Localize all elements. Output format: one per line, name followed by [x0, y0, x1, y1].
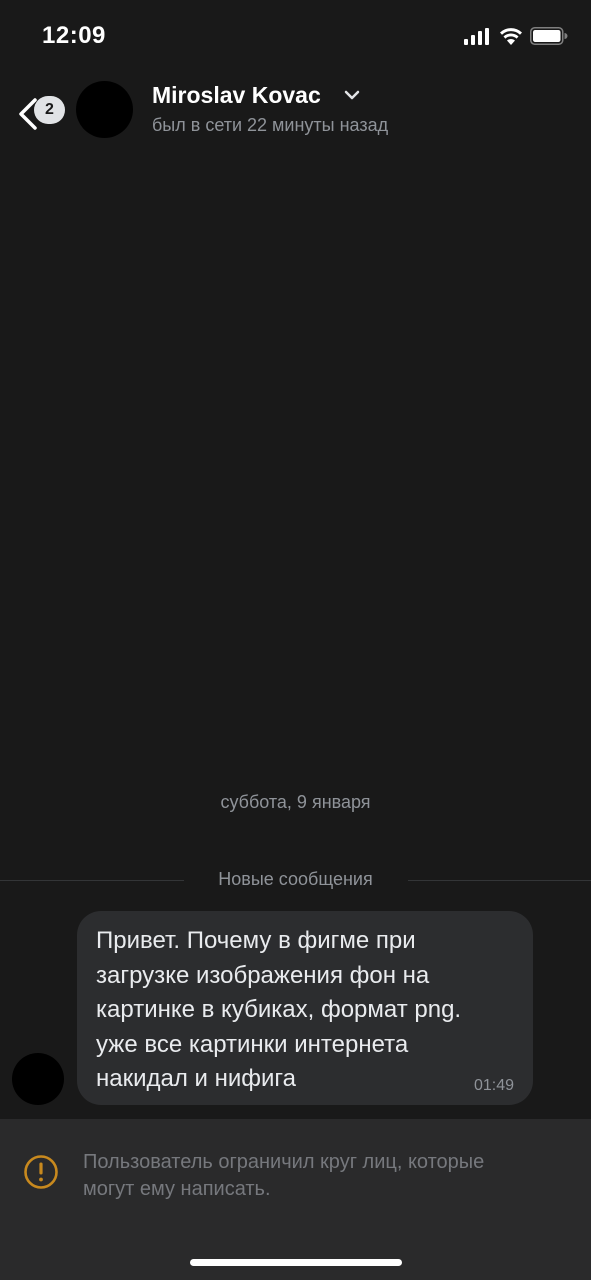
contact-avatar[interactable] — [76, 81, 133, 138]
battery-icon — [530, 27, 568, 45]
message-line: уже все картинки интернета — [96, 1030, 409, 1058]
message-line: картинке в кубиках, формат png. — [96, 996, 462, 1023]
chat-header: 2 Miroslav Kovac был в сети 22 минуты на… — [0, 72, 591, 148]
cellular-signal-icon — [464, 28, 489, 45]
status-bar: 12:09 — [0, 0, 591, 72]
chevron-down-icon[interactable] — [344, 90, 360, 100]
message-line: загрузке изображения фон на — [96, 961, 430, 989]
back-button[interactable]: 2 — [10, 86, 65, 134]
date-separator: суббота, 9 января — [220, 792, 371, 812]
restriction-line: Пользователь ограничил круг лиц, которые — [83, 1151, 485, 1173]
contact-name[interactable]: Miroslav Kovac — [152, 82, 321, 109]
message-line: Привет. Почему в фигме при — [96, 927, 416, 954]
unread-count-badge: 2 — [34, 96, 65, 124]
last-seen-status: был в сети 22 минуты назад — [152, 115, 389, 135]
new-messages-label: Новые сообщения — [218, 869, 373, 889]
message-time: 01:49 — [473, 1077, 514, 1094]
status-time: 12:09 — [42, 22, 106, 49]
wifi-icon — [500, 28, 522, 45]
message-text: Привет. Почему в фигме при загрузке изоб… — [96, 924, 516, 1097]
sender-avatar[interactable] — [12, 1053, 64, 1105]
message-bubble[interactable]: Привет. Почему в фигме при загрузке изоб… — [77, 911, 533, 1105]
home-indicator[interactable] — [190, 1259, 402, 1266]
restriction-message: Пользователь ограничил круг лиц, которые… — [83, 1149, 563, 1203]
restriction-line: могут ему написать. — [83, 1178, 271, 1200]
warning-icon — [24, 1155, 58, 1189]
write-restriction-bar: Пользователь ограничил круг лиц, которые… — [0, 1119, 591, 1280]
message-line: накидал и нифига — [96, 1065, 296, 1092]
